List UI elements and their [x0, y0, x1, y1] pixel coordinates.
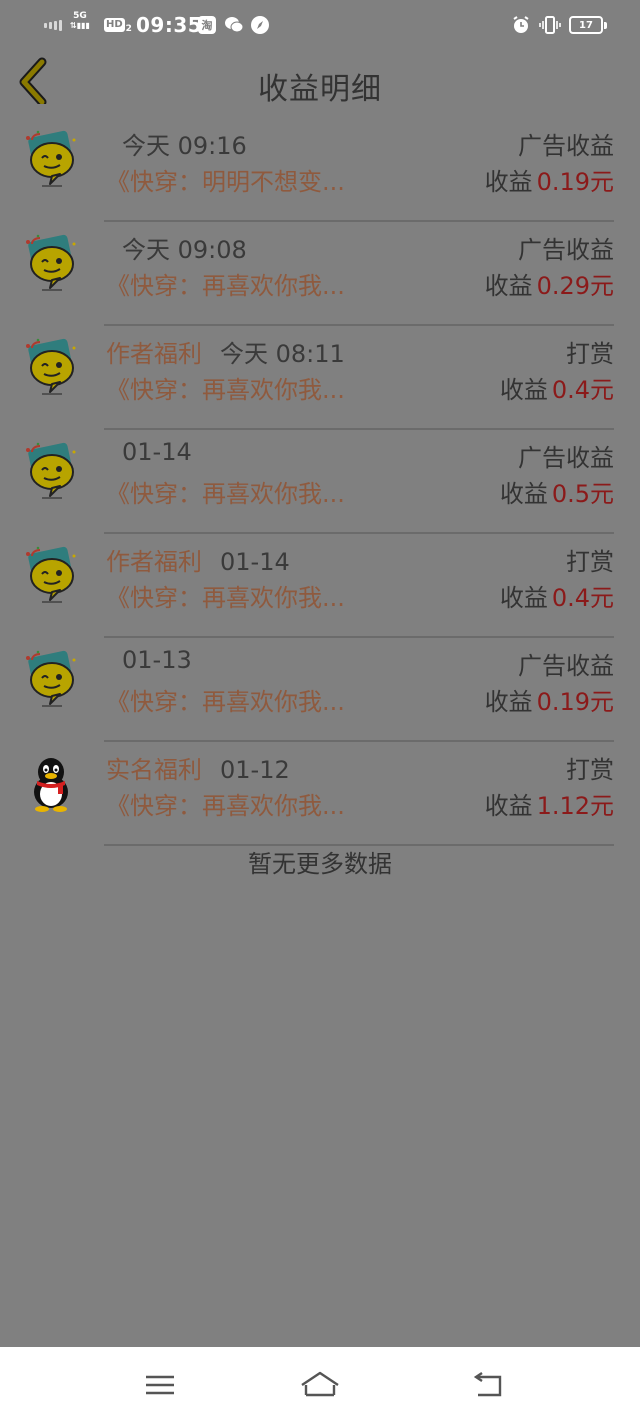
earning-record-row[interactable]: 01-13 广告收益《快穿：再喜欢你我... 收益 0.19元 — [0, 638, 640, 742]
back-icon — [473, 1372, 502, 1397]
status-time: 09:35 — [136, 13, 203, 37]
record-time: 今天 09:08 — [122, 236, 247, 264]
earning-record-row[interactable]: 作者福利 今天 08:11 打赏《快穿：再喜欢你我... 收益 0.4元 — [0, 326, 640, 430]
record-meta: 今天 09:08 — [106, 230, 247, 265]
no-more-data-label: 暂无更多数据 — [248, 850, 392, 878]
signal-strength-icon — [44, 12, 62, 38]
earning-type: 广告收益 — [518, 652, 614, 680]
earning-amount: 0.4元 — [551, 584, 614, 612]
earning-type: 打赏 — [566, 548, 614, 576]
welfare-tag: 实名福利 — [106, 756, 202, 784]
record-meta: 实名福利 01-12 — [106, 750, 290, 785]
battery-tip — [604, 21, 607, 29]
menu-icon — [146, 1375, 174, 1395]
earning-type: 广告收益 — [518, 444, 614, 472]
earning-amount-line: 收益 0.29元 — [485, 266, 614, 301]
earning-label: 收益 — [499, 376, 548, 404]
book-title: 《快穿：明明不想变... — [106, 168, 345, 196]
chat-bubble-avatar-icon — [22, 546, 80, 604]
earning-record-row[interactable]: 作者福利 01-14 打赏《快穿：再喜欢你我... 收益 0.4元 — [0, 534, 640, 638]
taobao-icon-label: 淘 — [198, 16, 216, 34]
earning-amount-line: 收益 1.12元 — [485, 786, 614, 821]
chat-bubble-avatar-icon — [22, 650, 80, 708]
record-time: 01-14 — [220, 548, 290, 576]
earning-amount: 0.29元 — [536, 272, 614, 300]
taobao-notification-icon: 淘 — [198, 12, 216, 38]
earning-record-row[interactable]: 01-14 广告收益《快穿：再喜欢你我... 收益 0.5元 — [0, 430, 640, 534]
earning-amount: 0.19元 — [536, 168, 614, 196]
earning-label: 收益 — [484, 688, 533, 716]
earning-amount: 0.5元 — [551, 480, 614, 508]
earning-amount: 0.19元 — [536, 688, 614, 716]
earning-amount: 1.12元 — [536, 792, 614, 820]
record-meta: 01-13 — [106, 646, 192, 674]
welfare-tag: 作者福利 — [106, 340, 202, 368]
earning-amount-line: 收益 0.19元 — [485, 682, 614, 717]
earning-record-row[interactable]: 今天 09:08 广告收益《快穿：再喜欢你我... 收益 0.29元 — [0, 222, 640, 326]
system-back-button[interactable] — [468, 1365, 508, 1405]
earning-amount-line: 收益 0.19元 — [485, 162, 614, 197]
header: 收益明细 — [0, 50, 640, 120]
screen: 5G ⇅▮▮▮ HD 2 09:35 淘 17 收益明细 今天 09:16 广告… — [0, 0, 640, 1422]
home-button[interactable] — [300, 1365, 340, 1405]
penguin-avatar-icon — [22, 754, 80, 812]
battery-indicator: 17 — [569, 12, 607, 38]
record-time: 今天 09:16 — [122, 132, 247, 160]
earning-type: 打赏 — [566, 340, 614, 368]
record-time: 01-14 — [122, 438, 192, 466]
page-title: 收益明细 — [258, 72, 382, 107]
chat-bubble-avatar-icon — [22, 130, 80, 188]
record-meta: 今天 09:16 — [106, 126, 247, 161]
earning-label: 收益 — [499, 480, 548, 508]
home-icon — [301, 1371, 339, 1397]
status-bar: 5G ⇅▮▮▮ HD 2 09:35 淘 17 — [0, 0, 640, 50]
book-title: 《快穿：再喜欢你我... — [106, 272, 345, 300]
earning-label: 收益 — [499, 584, 548, 612]
earning-label: 收益 — [484, 792, 533, 820]
record-meta: 01-14 — [106, 438, 192, 466]
hd-badge: HD 2 — [104, 12, 132, 38]
earning-record-row[interactable]: 实名福利 01-12 打赏《快穿：再喜欢你我... 收益 1.12元 — [0, 742, 640, 846]
record-time: 今天 08:11 — [220, 340, 345, 368]
wechat-notification-icon — [224, 12, 244, 38]
book-title: 《快穿：再喜欢你我... — [106, 792, 345, 820]
book-title: 《快穿：再喜欢你我... — [106, 480, 345, 508]
welfare-tag: 作者福利 — [106, 548, 202, 576]
earning-amount-line: 收益 0.4元 — [500, 370, 614, 405]
battery-level: 17 — [569, 16, 603, 34]
record-time: 01-13 — [122, 646, 192, 674]
earning-type: 打赏 — [566, 756, 614, 784]
earning-amount-line: 收益 0.4元 — [500, 578, 614, 613]
vibrate-icon — [539, 12, 561, 38]
network-type-label: 5G — [73, 11, 87, 21]
record-meta: 作者福利 01-14 — [106, 542, 290, 577]
chat-bubble-avatar-icon — [22, 338, 80, 396]
earning-type: 广告收益 — [518, 132, 614, 160]
earning-amount-line: 收益 0.5元 — [500, 474, 614, 509]
book-title: 《快穿：再喜欢你我... — [106, 376, 345, 404]
hd-label: HD — [104, 18, 125, 32]
record-time: 01-12 — [220, 756, 290, 784]
menu-button[interactable] — [140, 1365, 180, 1405]
system-nav-bar — [0, 1347, 640, 1422]
alarm-icon — [511, 12, 531, 38]
hd-sub: 2 — [125, 24, 132, 34]
earning-record-row[interactable]: 今天 09:16 广告收益《快穿：明明不想变... 收益 0.19元 — [0, 118, 640, 222]
network-type: 5G ⇅▮▮▮ — [70, 12, 90, 38]
chat-bubble-avatar-icon — [22, 234, 80, 292]
earnings-list: 今天 09:16 广告收益 《快穿：明明不想变... 收益 0.19元 今天 09:08… — [0, 118, 640, 846]
chat-bubble-avatar-icon — [22, 442, 80, 500]
earning-label: 收益 — [484, 168, 533, 196]
book-title: 《快穿：再喜欢你我... — [106, 584, 345, 612]
earning-amount: 0.4元 — [551, 376, 614, 404]
earning-label: 收益 — [484, 272, 533, 300]
data-arrows-icon: ⇅▮▮▮ — [70, 21, 90, 30]
earning-type: 广告收益 — [518, 236, 614, 264]
compass-notification-icon — [250, 12, 270, 38]
book-title: 《快穿：再喜欢你我... — [106, 688, 345, 716]
record-meta: 作者福利 今天 08:11 — [106, 334, 345, 369]
